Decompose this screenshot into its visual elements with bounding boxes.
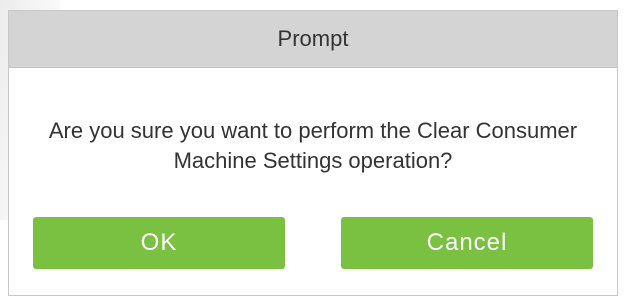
dialog-body: Are you sure you want to perform the Cle…: [9, 68, 617, 176]
dialog-message: Are you sure you want to perform the Cle…: [48, 118, 578, 173]
cancel-button[interactable]: Cancel: [341, 217, 593, 269]
dialog-title: Prompt: [277, 26, 349, 51]
dialog-footer: OK Cancel: [9, 217, 617, 269]
ok-button[interactable]: OK: [33, 217, 285, 269]
confirm-dialog: Prompt Are you sure you want to perform …: [8, 10, 618, 296]
dialog-header: Prompt: [9, 11, 617, 68]
